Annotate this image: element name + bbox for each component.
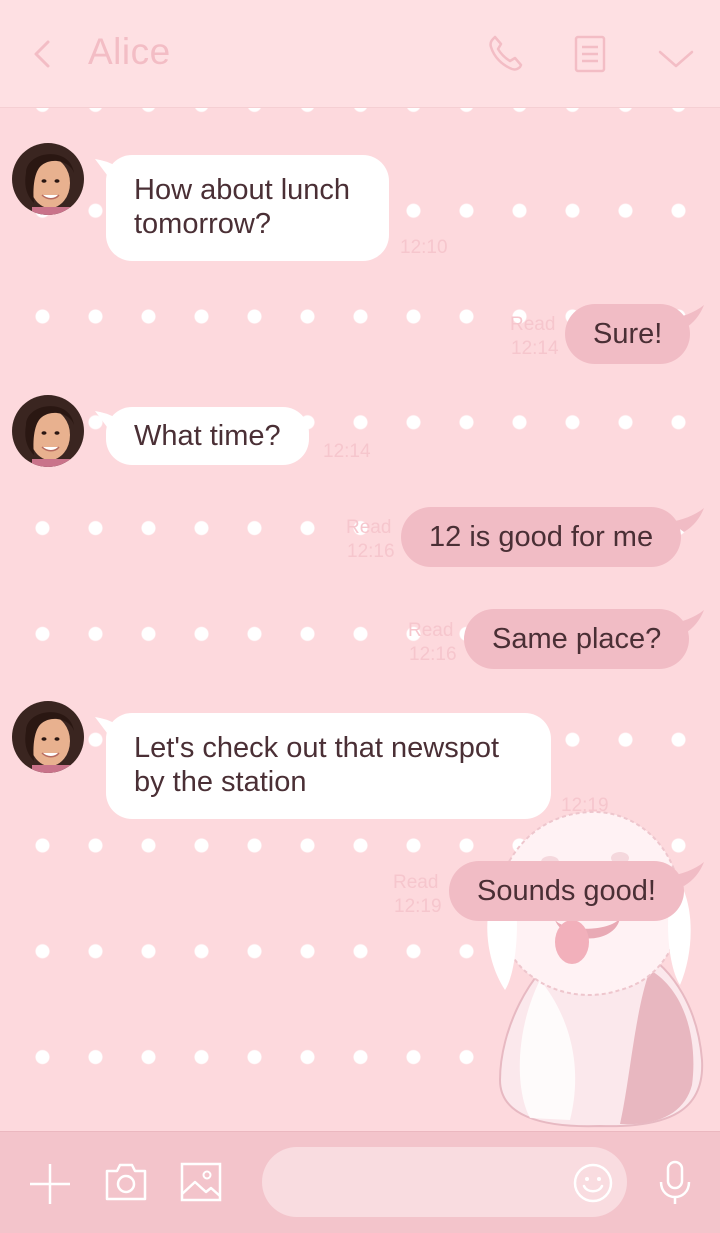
- smiley-icon[interactable]: [572, 1162, 614, 1204]
- message-time: 12:10: [400, 237, 448, 258]
- read-receipt: Read: [408, 620, 454, 641]
- message-time: 12:19: [394, 896, 442, 917]
- image-icon[interactable]: [180, 1162, 222, 1202]
- message-bubble-incoming[interactable]: How about lunch tomorrow?: [106, 155, 389, 261]
- message-time: 12:16: [409, 644, 457, 665]
- read-receipt: Read: [346, 517, 392, 538]
- notes-icon[interactable]: [570, 33, 612, 75]
- read-receipt: Read: [510, 314, 556, 335]
- message-time: 12:14: [511, 338, 559, 359]
- message-bubble-incoming[interactable]: Let's check out that newspot by the stat…: [106, 713, 551, 819]
- avatar[interactable]: [12, 395, 84, 467]
- read-receipt: Read: [393, 872, 439, 893]
- plus-icon[interactable]: [28, 1162, 72, 1206]
- message-bubble-outgoing[interactable]: Sure!: [565, 304, 691, 364]
- chevron-left-icon[interactable]: [28, 36, 58, 72]
- message-bubble-outgoing[interactable]: Sounds good!: [449, 861, 684, 921]
- chevron-down-icon[interactable]: [655, 38, 697, 80]
- avatar[interactable]: [12, 701, 84, 773]
- message-bubble-incoming[interactable]: What time?: [106, 407, 309, 465]
- message-bubble-outgoing[interactable]: 12 is good for me: [401, 507, 682, 567]
- message-bubble-outgoing[interactable]: Same place?: [464, 609, 690, 669]
- message-time: 12:16: [347, 541, 395, 562]
- phone-icon[interactable]: [485, 33, 527, 75]
- message-time: 12:19: [561, 795, 609, 816]
- avatar[interactable]: [12, 143, 84, 215]
- chat-header: Alice: [0, 0, 720, 108]
- camera-icon[interactable]: [104, 1162, 148, 1202]
- dog-illustration: [487, 810, 704, 1128]
- contact-name[interactable]: Alice: [88, 31, 171, 73]
- message-time: 12:14: [323, 441, 371, 462]
- microphone-icon[interactable]: [656, 1160, 694, 1206]
